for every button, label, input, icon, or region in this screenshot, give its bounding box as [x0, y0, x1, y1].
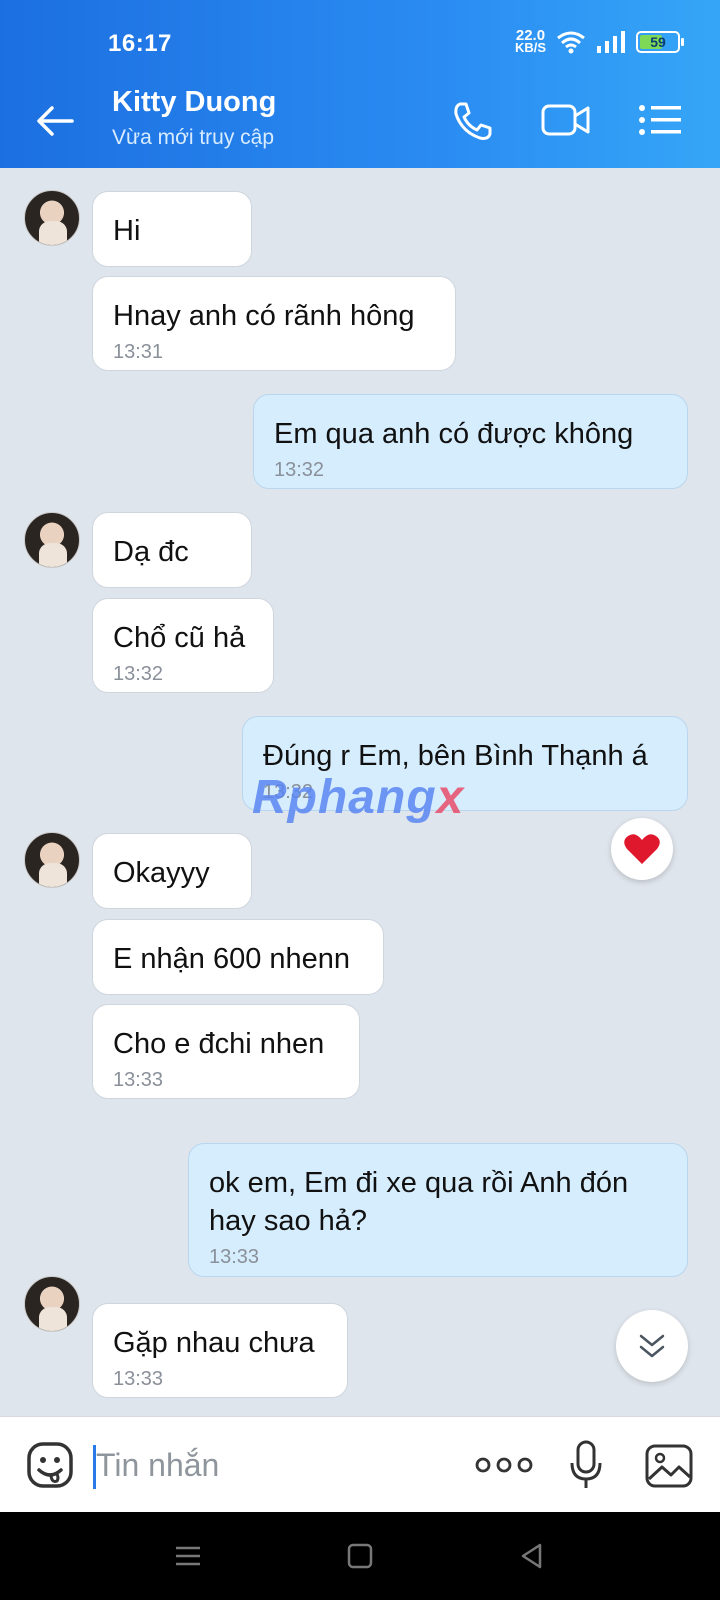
- message-text: Em qua anh có được không: [274, 418, 634, 450]
- message-time: 13:33: [113, 1069, 164, 1091]
- message-composer: [0, 1416, 720, 1512]
- message-time: 13:33: [113, 1368, 164, 1390]
- watermark-logo: Rphangx: [252, 771, 465, 824]
- scroll-to-bottom-button[interactable]: [616, 1310, 688, 1382]
- message-bubble[interactable]: Okayyy: [92, 833, 252, 909]
- message-text: E nhận 600 nhenn: [113, 943, 351, 975]
- message-time: 13:32: [113, 663, 164, 685]
- recent-apps-icon[interactable]: [172, 1540, 204, 1572]
- message-time: 13:33: [209, 1246, 260, 1268]
- video-call-icon[interactable]: [540, 96, 592, 144]
- contact-name[interactable]: Kitty Duong: [112, 86, 276, 119]
- message-bubble[interactable]: E nhận 600 nhenn: [92, 919, 384, 995]
- signal-icon: [597, 31, 625, 53]
- message-bubble[interactable]: Hi: [92, 191, 252, 267]
- battery-level: 59: [650, 34, 666, 50]
- message-text: Hnay anh có rãnh hông: [113, 300, 415, 332]
- message-text: Chổ cũ hả: [113, 622, 246, 654]
- contact-status: Vừa mới truy cập: [112, 126, 275, 149]
- phone-call-icon[interactable]: [446, 96, 498, 144]
- message-bubble[interactable]: Gặp nhau chưa 13:33: [92, 1303, 348, 1398]
- back-arrow-icon[interactable]: [32, 98, 78, 144]
- wifi-icon: [557, 31, 585, 54]
- message-text: ok em, Em đi xe qua rồi Anh đón hay sao …: [209, 1167, 629, 1237]
- avatar[interactable]: [24, 190, 80, 246]
- status-indicators: 22.0 KB/S 59: [514, 28, 684, 55]
- back-nav-icon[interactable]: [516, 1540, 548, 1572]
- image-gallery-icon[interactable]: [644, 1443, 694, 1489]
- battery-icon: 59: [636, 31, 684, 53]
- system-nav-bar: [0, 1512, 720, 1600]
- avatar[interactable]: [24, 512, 80, 568]
- message-bubble[interactable]: Hnay anh có rãnh hông 13:31: [92, 276, 456, 371]
- more-options-icon[interactable]: [474, 1453, 534, 1477]
- message-bubble[interactable]: Cho e đchi nhen 13:33: [92, 1004, 360, 1099]
- menu-list-icon[interactable]: [634, 96, 686, 144]
- chat-header: Kitty Duong Vừa mới truy cập: [0, 72, 720, 168]
- message-text: Cho e đchi nhen: [113, 1028, 325, 1060]
- message-bubble[interactable]: ok em, Em đi xe qua rồi Anh đón hay sao …: [188, 1143, 688, 1277]
- message-time: 13:32: [274, 459, 325, 481]
- home-icon[interactable]: [344, 1540, 376, 1572]
- avatar[interactable]: [24, 1276, 80, 1332]
- network-speed-unit: KB/S: [514, 40, 546, 55]
- heart-icon: [624, 834, 660, 864]
- status-time: 16:17: [108, 30, 172, 57]
- message-time: 13:31: [113, 341, 164, 363]
- message-bubble[interactable]: Chổ cũ hả 13:32: [92, 598, 274, 693]
- message-text: Okayyy: [113, 857, 210, 889]
- sticker-emoji-icon[interactable]: [26, 1441, 74, 1489]
- status-bar: 16:17 22.0 KB/S 59: [0, 0, 720, 72]
- message-text: Hi: [113, 215, 141, 247]
- avatar[interactable]: [24, 832, 80, 888]
- double-chevron-down-icon: [639, 1334, 665, 1358]
- message-bubble[interactable]: Dạ đc: [92, 512, 252, 588]
- message-text: Gặp nhau chưa: [113, 1327, 315, 1359]
- microphone-icon[interactable]: [568, 1439, 604, 1491]
- network-speed: 22.0 KB/S: [514, 28, 546, 55]
- message-input[interactable]: [96, 1439, 436, 1491]
- message-bubble[interactable]: Em qua anh có được không 13:32: [253, 394, 688, 489]
- message-text: Dạ đc: [113, 536, 189, 568]
- heart-reaction[interactable]: [611, 818, 673, 880]
